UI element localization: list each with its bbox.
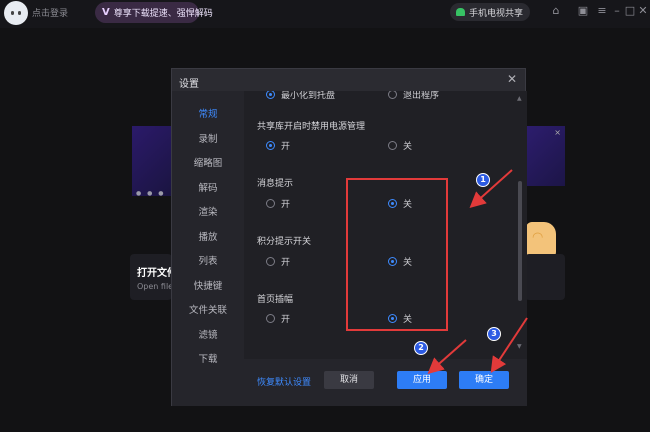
radio-homepage-on[interactable] [266,314,275,323]
option-label: 退出程序 [403,91,440,101]
nav-item-render[interactable]: 渲染 [172,203,244,223]
apply-button[interactable]: 应用 [397,371,447,389]
dialog-close-icon[interactable]: ✕ [507,72,517,86]
option-label: 最小化到托盘 [281,91,336,101]
nav-item-general[interactable]: 常规 [172,105,244,125]
points-on-option[interactable]: 开 [266,255,290,268]
nav-item-shortcuts[interactable]: 快捷键 [172,277,244,297]
minimize-icon[interactable]: – [611,5,623,17]
option-label: 开 [281,258,291,268]
vip-promo-button[interactable]: V 尊享下载提速、强悍解码 [95,2,213,23]
power-on-option[interactable]: 开 [266,139,290,152]
open-file-subtitle: Open file [137,282,172,291]
android-icon [456,8,465,16]
minimize-tray-option[interactable]: 最小化到托盘 [266,91,335,101]
radio-points-on[interactable] [266,257,275,266]
avatar-eye [11,11,14,15]
gift-icon[interactable]: ▣ [577,5,589,17]
homepage-on-option[interactable]: 开 [266,312,290,325]
left-banner[interactable] [132,126,172,196]
cancel-button[interactable]: 取消 [324,371,374,389]
tv-share-label: 手机电视共享 [469,8,524,19]
option-label: 关 [403,142,413,152]
banner-close-icon[interactable]: × [554,128,561,137]
option-label: 开 [281,200,291,210]
section-title-points: 积分提示开关 [257,237,312,247]
scroll-down-icon[interactable]: ▼ [517,343,522,350]
section-title-message: 消息提示 [257,179,294,189]
step-badge-3: 3 [487,327,501,341]
nav-item-download[interactable]: 下载 [172,350,244,370]
tv-share-button[interactable]: 手机电视共享 [450,3,530,21]
section-title-power: 共享库开启时禁用电源管理 [257,122,366,132]
nav-item-filters[interactable]: 滤镜 [172,326,244,346]
dialog-title: 设置 [179,79,199,90]
share-hand-icon: ◠ [526,222,556,258]
nav-item-record[interactable]: 录制 [172,130,244,150]
menu-icon[interactable]: ≡ [596,5,608,17]
user-avatar[interactable] [4,1,28,25]
right-card[interactable] [525,254,565,300]
power-off-option[interactable]: 关 [388,139,412,152]
avatar-eye [18,11,21,15]
step-badge-2: 2 [414,341,428,355]
login-link[interactable]: 点击登录 [32,6,68,19]
nav-item-file-assoc[interactable]: 文件关联 [172,301,244,321]
right-banner[interactable]: × [525,126,565,186]
nav-item-thumbnail[interactable]: 缩略图 [172,154,244,174]
highlight-box [346,178,448,331]
nav-item-list[interactable]: 列表 [172,252,244,272]
shirt-icon[interactable]: ⌂ [550,5,562,17]
title-bar: 点击登录 V 尊享下载提速、强悍解码 手机电视共享 ⌂ ▣ ≡ – □ ✕ [0,0,650,28]
settings-sidebar: 常规 录制 缩略图 解码 渲染 播放 列表 快捷键 文件关联 滤镜 下载 [172,91,244,406]
radio-minimize-tray[interactable] [266,91,275,99]
banner-pager: ● ● ● [136,190,166,197]
option-label: 开 [281,315,291,325]
scroll-thumb[interactable] [518,181,522,301]
message-on-option[interactable]: 开 [266,197,290,210]
open-file-title: 打开文件 [137,268,172,279]
close-icon[interactable]: ✕ [637,5,649,17]
radio-exit-program[interactable] [388,91,397,99]
radio-power-off[interactable] [388,141,397,150]
radio-power-on[interactable] [266,141,275,150]
ok-button[interactable]: 确定 [459,371,509,389]
vip-icon: V [102,7,110,18]
open-file-card[interactable]: 打开文件 Open file [130,254,172,300]
wifi-icon: ◠ [532,230,544,245]
maximize-icon[interactable]: □ [624,5,636,17]
exit-program-option[interactable]: 退出程序 [388,91,439,101]
settings-scrollbar[interactable]: ▲ ▼ [517,95,522,350]
nav-item-playback[interactable]: 播放 [172,228,244,248]
scroll-up-icon[interactable]: ▲ [517,95,522,102]
section-title-homepage: 首页插幅 [257,295,294,305]
restore-defaults-link[interactable]: 恢复默认设置 [257,375,311,388]
vip-promo-label: 尊享下载提速、强悍解码 [113,9,213,19]
dialog-footer: 恢复默认设置 取消 应用 确定 [244,359,527,406]
nav-item-decode[interactable]: 解码 [172,179,244,199]
radio-message-on[interactable] [266,199,275,208]
option-label: 开 [281,142,291,152]
step-badge-1: 1 [476,173,490,187]
